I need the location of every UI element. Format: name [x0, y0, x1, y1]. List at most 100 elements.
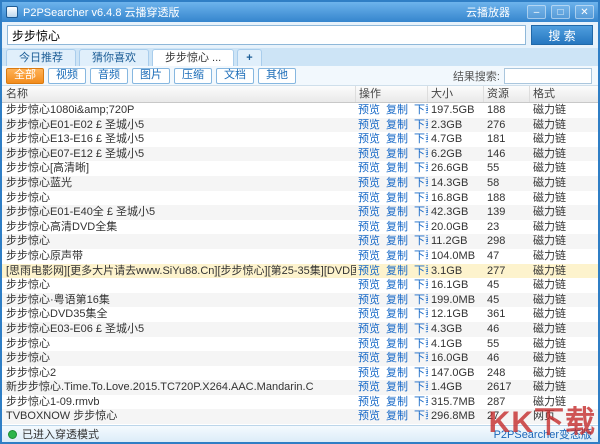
preview-link[interactable]: 预览 [358, 234, 380, 249]
table-row[interactable]: 步步惊心预览复制下载16.1GB45磁力链 [2, 278, 598, 293]
download-link[interactable]: 下载 [414, 220, 428, 235]
download-link[interactable]: 下载 [414, 132, 428, 147]
preview-link[interactable]: 预览 [358, 409, 380, 424]
preview-link[interactable]: 预览 [358, 278, 380, 293]
download-link[interactable]: 下载 [414, 395, 428, 410]
table-row[interactable]: 步步惊心[高清晰]预览复制下载26.6GB55磁力链 [2, 161, 598, 176]
copy-link[interactable]: 复制 [386, 205, 408, 220]
header-actions[interactable]: 操作 [356, 86, 428, 102]
copy-link[interactable]: 复制 [386, 380, 408, 395]
preview-link[interactable]: 预览 [358, 161, 380, 176]
preview-link[interactable]: 预览 [358, 351, 380, 366]
copy-link[interactable]: 复制 [386, 249, 408, 264]
preview-link[interactable]: 预览 [358, 395, 380, 410]
download-link[interactable]: 下载 [414, 322, 428, 337]
filter-audio[interactable]: 音频 [90, 68, 128, 84]
download-link[interactable]: 下载 [414, 307, 428, 322]
preview-link[interactable]: 预览 [358, 132, 380, 147]
copy-link[interactable]: 复制 [386, 351, 408, 366]
preview-link[interactable]: 预览 [358, 249, 380, 264]
copy-link[interactable]: 复制 [386, 278, 408, 293]
maximize-button[interactable]: □ [551, 5, 570, 19]
download-link[interactable]: 下载 [414, 366, 428, 381]
table-row[interactable]: 步步惊心1-09.rmvb预览复制下载315.7MB287磁力链 [2, 395, 598, 410]
download-link[interactable]: 下载 [414, 234, 428, 249]
copy-link[interactable]: 复制 [386, 176, 408, 191]
cloud-player-link[interactable]: 云播放器 [466, 4, 510, 20]
new-tab-button[interactable]: + [237, 49, 261, 66]
preview-link[interactable]: 预览 [358, 191, 380, 206]
download-link[interactable]: 下载 [414, 176, 428, 191]
preview-link[interactable]: 预览 [358, 337, 380, 352]
download-link[interactable]: 下载 [414, 351, 428, 366]
preview-link[interactable]: 预览 [358, 118, 380, 133]
table-row[interactable]: 步步惊心E03-E06 £ 圣城小5预览复制下载4.3GB46磁力链 [2, 322, 598, 337]
copy-link[interactable]: 复制 [386, 103, 408, 118]
header-size[interactable]: 大小 [428, 86, 484, 102]
header-resources[interactable]: 资源 [484, 86, 530, 102]
close-button[interactable]: ✕ [575, 5, 594, 19]
table-row[interactable]: 步步惊心E13-E16 £ 圣城小5预览复制下载4.7GB181磁力链 [2, 132, 598, 147]
table-row[interactable]: 步步惊心高清DVD全集预览复制下载20.0GB23磁力链 [2, 220, 598, 235]
table-row[interactable]: 步步惊心1080i&amp;720P预览复制下载197.5GB188磁力链 [2, 103, 598, 118]
preview-link[interactable]: 预览 [358, 147, 380, 162]
download-link[interactable]: 下载 [414, 205, 428, 220]
download-link[interactable]: 下载 [414, 118, 428, 133]
tab-guess-you-like[interactable]: 猜你喜欢 [79, 49, 149, 66]
copy-link[interactable]: 复制 [386, 234, 408, 249]
result-search-input[interactable] [504, 68, 592, 84]
search-button[interactable]: 搜 索 [531, 25, 593, 45]
table-row[interactable]: 步步惊心预览复制下载16.8GB188磁力链 [2, 191, 598, 206]
download-link[interactable]: 下载 [414, 278, 428, 293]
copy-link[interactable]: 复制 [386, 147, 408, 162]
minimize-button[interactable]: – [527, 5, 546, 19]
filter-video[interactable]: 视频 [48, 68, 86, 84]
table-row[interactable]: 新步步惊心.Time.To.Love.2015.TC720P.X264.AAC.… [2, 380, 598, 395]
table-row[interactable]: 步步惊心E01-E02 £ 圣城小5预览复制下载2.3GB276磁力链 [2, 118, 598, 133]
download-link[interactable]: 下载 [414, 161, 428, 176]
table-row[interactable]: 步步惊心蓝光预览复制下载14.3GB58磁力链 [2, 176, 598, 191]
filter-all[interactable]: 全部 [6, 68, 44, 84]
table-row[interactable]: 步步惊心2预览复制下载147.0GB248磁力链 [2, 366, 598, 381]
table-row[interactable]: TVBOXNOW 步步惊心预览复制下载296.8MB27网页 [2, 409, 598, 424]
preview-link[interactable]: 预览 [358, 293, 380, 308]
table-row[interactable]: 步步惊心预览复制下载16.0GB46磁力链 [2, 351, 598, 366]
preview-link[interactable]: 预览 [358, 307, 380, 322]
download-link[interactable]: 下载 [414, 337, 428, 352]
download-link[interactable]: 下载 [414, 380, 428, 395]
download-link[interactable]: 下载 [414, 409, 428, 424]
preview-link[interactable]: 预览 [358, 264, 380, 279]
table-row[interactable]: [思雨电影网][更多大片请去www.SiYu88.Cn][步步惊心][第25-3… [2, 264, 598, 279]
preview-link[interactable]: 预览 [358, 176, 380, 191]
download-link[interactable]: 下载 [414, 147, 428, 162]
download-link[interactable]: 下载 [414, 249, 428, 264]
copy-link[interactable]: 复制 [386, 161, 408, 176]
table-row[interactable]: 步步惊心DVD35集全预览复制下载12.1GB361磁力链 [2, 307, 598, 322]
preview-link[interactable]: 预览 [358, 366, 380, 381]
preview-link[interactable]: 预览 [358, 220, 380, 235]
download-link[interactable]: 下载 [414, 293, 428, 308]
download-link[interactable]: 下载 [414, 264, 428, 279]
tab-today-recommend[interactable]: 今日推荐 [6, 49, 76, 66]
header-format[interactable]: 格式 [530, 86, 598, 102]
table-row[interactable]: 步步惊心预览复制下载4.1GB55磁力链 [2, 337, 598, 352]
copy-link[interactable]: 复制 [386, 366, 408, 381]
filter-document[interactable]: 文档 [216, 68, 254, 84]
table-row[interactable]: 步步惊心E07-E12 £ 圣城小5预览复制下载6.2GB146磁力链 [2, 147, 598, 162]
copy-link[interactable]: 复制 [386, 337, 408, 352]
copy-link[interactable]: 复制 [386, 409, 408, 424]
table-row[interactable]: 步步惊心·粤语第16集预览复制下载199.0MB45磁力链 [2, 293, 598, 308]
download-link[interactable]: 下载 [414, 191, 428, 206]
search-input[interactable] [7, 25, 526, 45]
copy-link[interactable]: 复制 [386, 307, 408, 322]
filter-other[interactable]: 其他 [258, 68, 296, 84]
preview-link[interactable]: 预览 [358, 103, 380, 118]
copy-link[interactable]: 复制 [386, 293, 408, 308]
preview-link[interactable]: 预览 [358, 205, 380, 220]
table-row[interactable]: 步步惊心原声带预览复制下载104.0MB47磁力链 [2, 249, 598, 264]
copy-link[interactable]: 复制 [386, 220, 408, 235]
download-link[interactable]: 下载 [414, 103, 428, 118]
copy-link[interactable]: 复制 [386, 118, 408, 133]
preview-link[interactable]: 预览 [358, 380, 380, 395]
filter-image[interactable]: 图片 [132, 68, 170, 84]
